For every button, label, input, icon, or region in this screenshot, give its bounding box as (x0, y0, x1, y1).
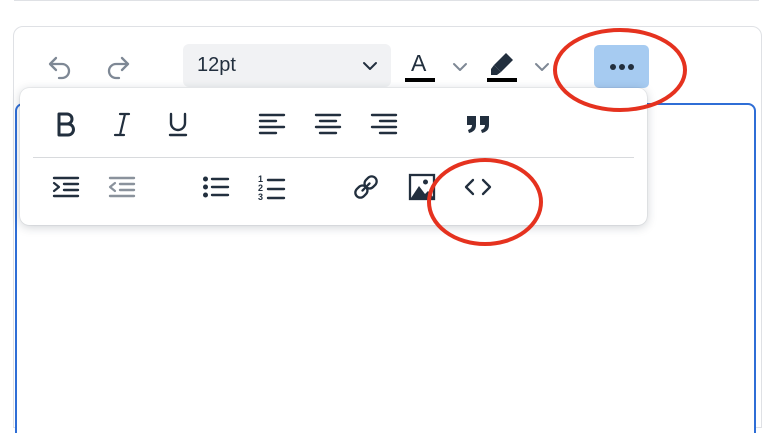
highlight-color-button[interactable] (482, 47, 522, 87)
redo-button[interactable] (100, 49, 136, 85)
highlighter-icon (484, 48, 520, 86)
font-size-select[interactable]: 12pt (183, 44, 391, 87)
numbered-list-button[interactable]: 1 2 3 (252, 169, 292, 209)
code-button[interactable] (458, 169, 498, 209)
align-center-icon (314, 112, 342, 141)
undo-button[interactable] (42, 49, 78, 85)
align-right-button[interactable] (364, 106, 404, 146)
bullet-list-button[interactable] (196, 169, 236, 209)
link-button[interactable] (346, 169, 386, 209)
align-left-button[interactable] (252, 106, 292, 146)
chevron-down-icon (361, 57, 379, 80)
bold-button[interactable] (46, 106, 86, 146)
numbered-list-icon: 1 2 3 (258, 174, 286, 202)
image-button[interactable] (402, 169, 442, 209)
chevron-down-icon (451, 58, 469, 76)
highlight-color-dropdown[interactable] (528, 53, 556, 81)
chevron-down-icon (533, 58, 551, 76)
indent-button[interactable] (46, 169, 86, 209)
outdent-button[interactable] (102, 169, 142, 209)
blockquote-icon (465, 113, 491, 140)
font-size-value: 12pt (197, 54, 236, 76)
link-icon (352, 173, 380, 206)
code-icon (464, 177, 492, 202)
blockquote-button[interactable] (458, 106, 498, 146)
image-icon (408, 173, 436, 206)
more-horizontal-icon (609, 58, 635, 76)
bullet-list-icon (202, 175, 230, 204)
indent-icon (52, 175, 80, 204)
undo-icon (46, 53, 74, 81)
text-color-letter: A (411, 50, 427, 76)
underline-button[interactable] (158, 106, 198, 146)
align-center-button[interactable] (308, 106, 348, 146)
bold-icon (54, 111, 78, 142)
popup-divider (33, 157, 634, 158)
more-toolbar-popup: 1 2 3 (20, 88, 647, 225)
text-color-dropdown[interactable] (446, 53, 474, 81)
italic-icon (111, 111, 133, 142)
text-color-icon: A (403, 48, 437, 86)
redo-icon (104, 53, 132, 81)
outdent-icon (108, 175, 136, 204)
text-color-button[interactable]: A (400, 47, 440, 87)
align-right-icon (370, 112, 398, 141)
more-button[interactable] (594, 45, 649, 88)
underline-icon (167, 111, 189, 142)
italic-button[interactable] (102, 106, 142, 146)
align-left-icon (258, 112, 286, 141)
top-divider (14, 0, 759, 1)
